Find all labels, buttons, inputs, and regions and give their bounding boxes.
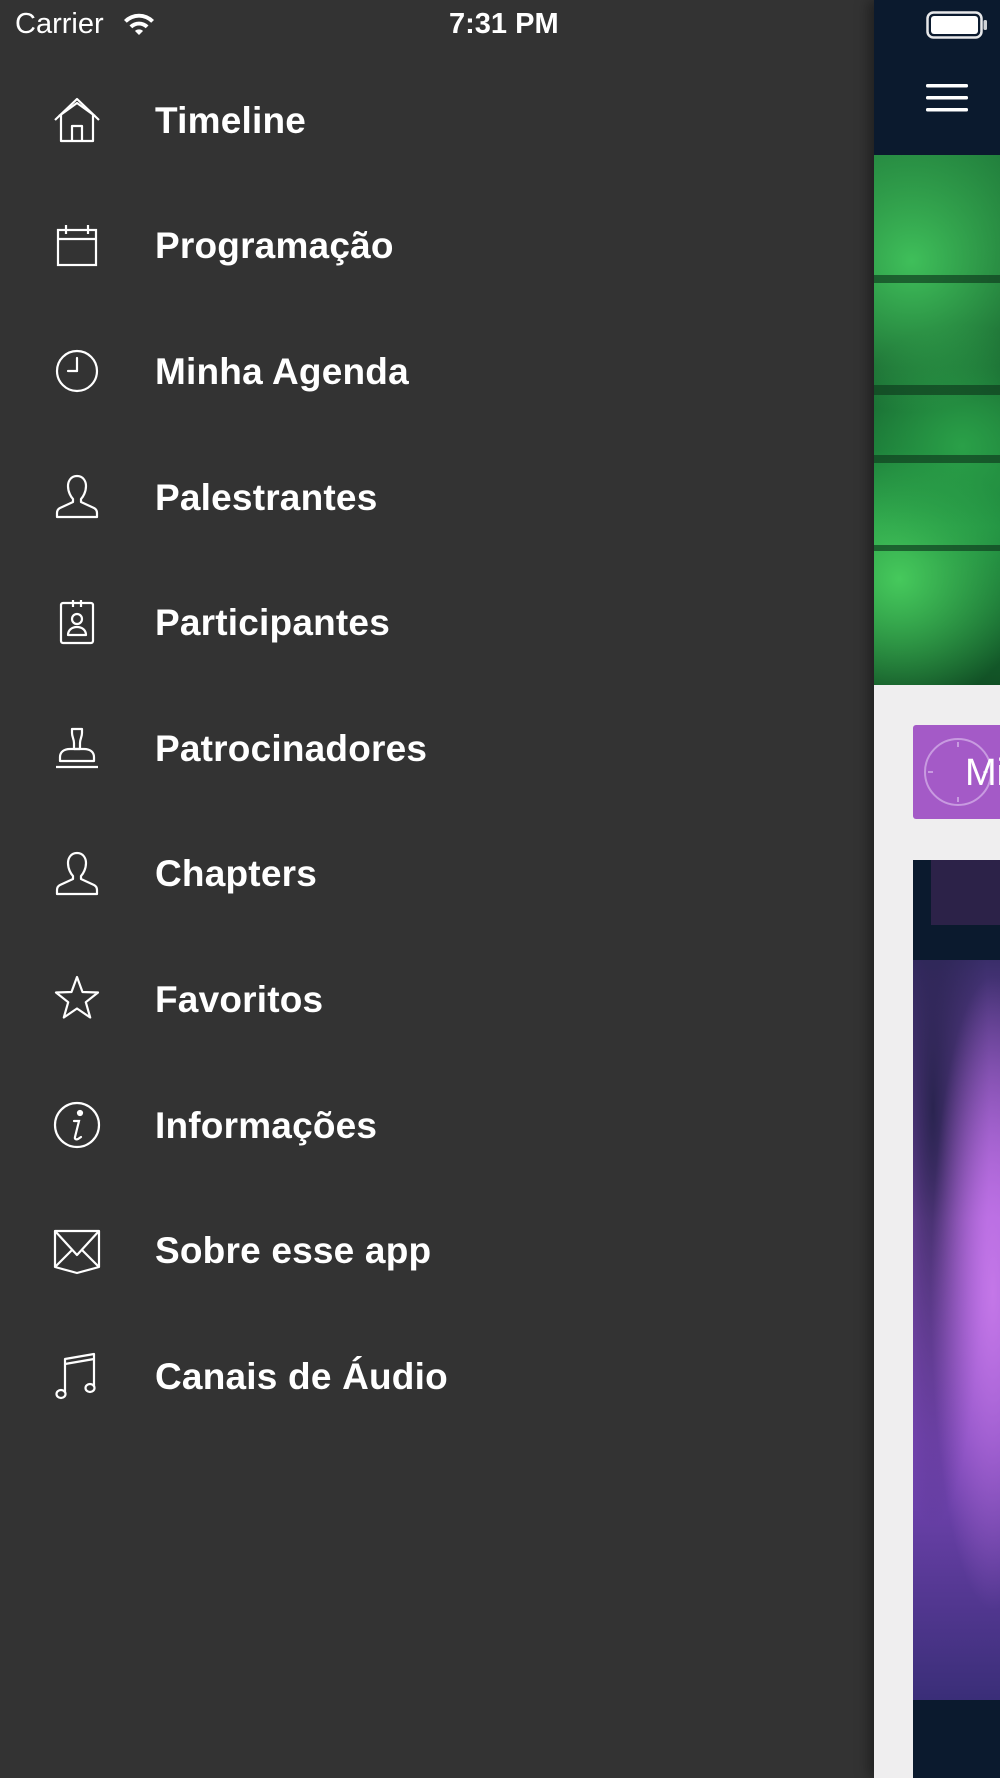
menu-item-patrocinadores[interactable]: Patrocinadores	[0, 686, 874, 812]
menu-item-label: Participantes	[155, 602, 390, 644]
menu-item-label: Minha Agenda	[155, 350, 409, 392]
menu-item-label: Favoritos	[155, 978, 324, 1020]
info-icon	[50, 1098, 104, 1152]
menu-item-label: Informações	[155, 1104, 378, 1146]
star-icon	[50, 972, 104, 1026]
menu-item-label: Chapters	[155, 853, 317, 895]
menu-item-minha-agenda[interactable]: Minha Agenda	[0, 309, 874, 435]
menu-item-palestrantes[interactable]: Palestrantes	[0, 435, 874, 561]
menu-item-participantes[interactable]: Participantes	[0, 560, 874, 686]
menu-item-favoritos[interactable]: Favoritos	[0, 937, 874, 1063]
badge-icon	[50, 595, 104, 649]
menu-item-label: Patrocinadores	[155, 727, 428, 769]
hero-branch	[874, 275, 1000, 283]
envelope-icon	[50, 1223, 104, 1277]
minha-agenda-button-label: Min	[965, 752, 1000, 794]
clock-time: 7:31 PM	[449, 8, 559, 40]
app-screen: Carrier 7:31 PM Timeline Programação Min…	[0, 0, 1000, 1778]
hero-branch	[874, 385, 1000, 395]
drawer-menu: Timeline Programação Minha Agenda Palest…	[0, 58, 874, 1440]
menu-item-programacao[interactable]: Programação	[0, 184, 874, 310]
menu-item-timeline[interactable]: Timeline	[0, 58, 874, 184]
side-drawer: Timeline Programação Minha Agenda Palest…	[0, 0, 874, 1778]
hero-banner-image	[874, 155, 1000, 685]
music-note-icon	[50, 1349, 104, 1403]
menu-item-canais-de-audio[interactable]: Canais de Áudio	[0, 1314, 874, 1440]
hero-branch	[874, 455, 1000, 463]
clock-icon	[50, 344, 104, 398]
promo-header-strip	[931, 860, 1000, 925]
menu-item-label: Sobre esse app	[155, 1230, 432, 1272]
menu-item-label: Canais de Áudio	[155, 1355, 448, 1397]
menu-item-label: Palestrantes	[155, 476, 378, 518]
status-bar: Carrier 7:31 PM	[0, 0, 1000, 50]
carrier-label: Carrier	[15, 8, 104, 40]
menu-item-informacoes[interactable]: Informações	[0, 1063, 874, 1189]
speaker-photo	[913, 960, 1000, 1700]
hamburger-menu-icon[interactable]	[924, 78, 970, 118]
speaker-promo-card[interactable]	[913, 860, 1000, 1778]
stamp-icon	[50, 721, 104, 775]
menu-item-label: Timeline	[155, 99, 307, 141]
person-icon	[50, 470, 104, 524]
menu-item-sobre-esse-app[interactable]: Sobre esse app	[0, 1188, 874, 1314]
home-icon	[50, 93, 104, 147]
menu-item-label: Programação	[155, 225, 394, 267]
hero-branch	[874, 545, 1000, 551]
calendar-icon	[50, 219, 104, 273]
wifi-icon	[122, 10, 156, 38]
menu-item-chapters[interactable]: Chapters	[0, 812, 874, 938]
person-icon	[50, 847, 104, 901]
minha-agenda-button[interactable]: Min	[913, 725, 1000, 819]
main-content-peek[interactable]: Min	[874, 0, 1000, 1778]
battery-icon	[926, 11, 988, 39]
